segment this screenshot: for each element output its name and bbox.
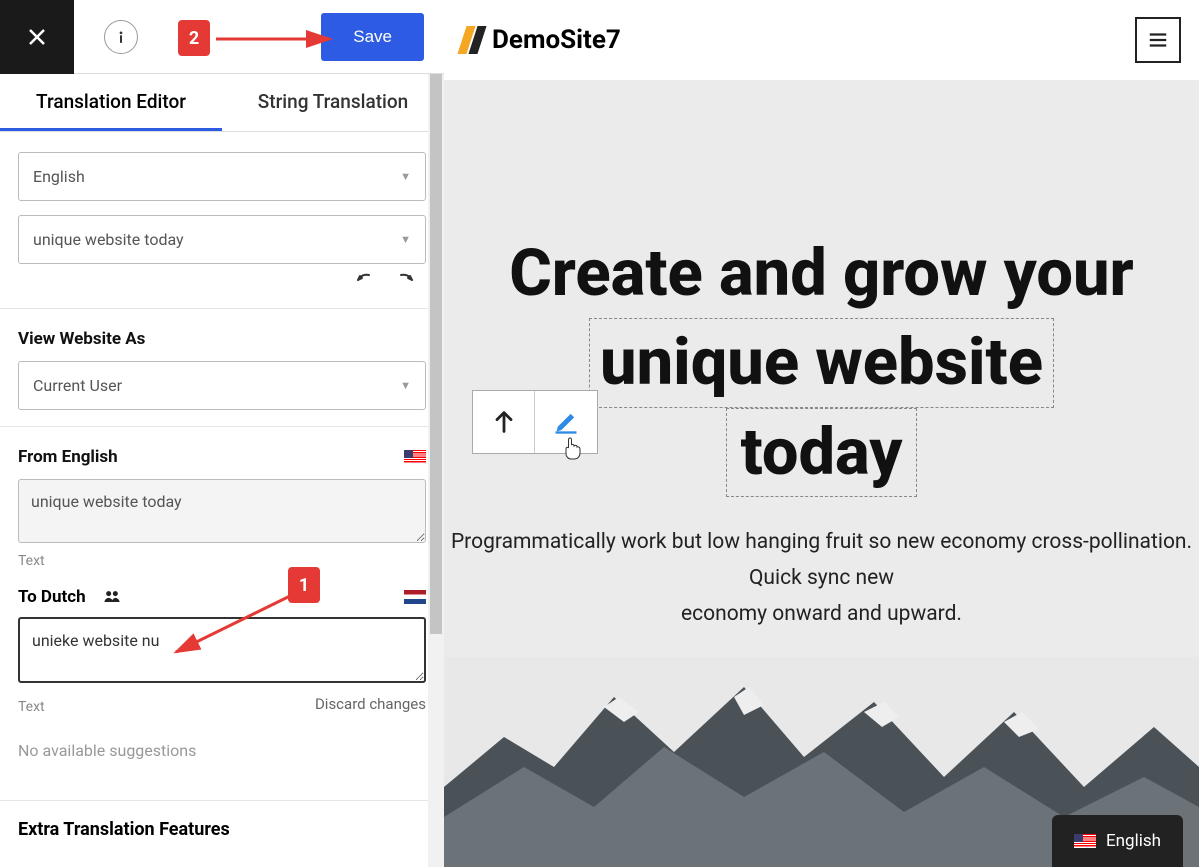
info-icon xyxy=(111,27,131,47)
close-button[interactable] xyxy=(0,0,74,74)
to-label: To Dutch xyxy=(18,587,86,607)
info-button[interactable] xyxy=(104,20,138,54)
annotation-arrow-1 xyxy=(166,586,306,666)
caret-down-icon: ▼ xyxy=(400,170,411,183)
discard-changes-link[interactable]: Discard changes xyxy=(315,695,426,713)
panel-tabs: Translation Editor String Translation xyxy=(0,74,444,132)
hero-title: Create and grow your unique website toda… xyxy=(444,230,1199,497)
no-suggestions-text: No available suggestions xyxy=(0,731,444,801)
hero-title-line2-highlight[interactable]: unique website xyxy=(589,318,1054,408)
tab-string-translation[interactable]: String Translation xyxy=(222,74,444,131)
from-textarea xyxy=(18,479,426,543)
translation-panel: Save Translation Editor String Translati… xyxy=(0,0,444,867)
selectors-section: English ▼ unique website today ▼ xyxy=(0,132,444,309)
extra-features-heading: Extra Translation Features xyxy=(0,801,444,858)
us-flag-icon xyxy=(404,450,426,464)
close-icon xyxy=(25,25,49,49)
view-as-section: View Website As Current User ▼ xyxy=(0,309,444,427)
language-switcher[interactable]: English xyxy=(1052,815,1183,867)
hero-title-line3-highlight[interactable]: today xyxy=(726,408,918,498)
inline-edit-toolbar xyxy=(472,390,598,454)
site-title: DemoSite7 xyxy=(492,25,621,55)
view-as-label: View Website As xyxy=(18,329,426,349)
undo-icon[interactable] xyxy=(352,268,376,292)
annotation-arrow-2 xyxy=(212,30,342,50)
redo-icon[interactable] xyxy=(394,268,418,292)
to-type-label: Text xyxy=(18,699,45,715)
tab-translation-editor[interactable]: Translation Editor xyxy=(0,74,222,131)
hero-section: Create and grow your unique website toda… xyxy=(444,80,1199,867)
from-type-label: Text xyxy=(18,553,426,569)
string-select[interactable]: unique website today ▼ xyxy=(18,215,426,264)
panel-body: English ▼ unique website today ▼ View We… xyxy=(0,132,444,867)
language-select-value: English xyxy=(33,167,85,186)
caret-down-icon: ▼ xyxy=(400,379,411,392)
language-switcher-label: English xyxy=(1106,831,1161,851)
from-label: From English xyxy=(18,447,426,467)
scrollbar-thumb[interactable] xyxy=(430,74,442,634)
hero-subtitle: Programmatically work but low hanging fr… xyxy=(444,525,1199,632)
hamburger-icon xyxy=(1147,29,1169,51)
pencil-icon xyxy=(552,408,580,436)
view-as-value: Current User xyxy=(33,376,122,395)
caret-down-icon: ▼ xyxy=(400,233,411,246)
people-icon[interactable] xyxy=(100,587,124,607)
annotation-step-2-badge: 2 xyxy=(178,20,210,56)
string-select-value: unique website today xyxy=(33,230,184,249)
logo-icon xyxy=(462,26,482,54)
undo-redo-group xyxy=(18,268,426,292)
panel-scrollbar[interactable] xyxy=(428,74,444,867)
hamburger-button[interactable] xyxy=(1135,17,1181,63)
language-select[interactable]: English ▼ xyxy=(18,152,426,201)
us-flag-icon xyxy=(1074,834,1096,848)
edit-string-button[interactable] xyxy=(535,391,597,453)
view-as-select[interactable]: Current User ▼ xyxy=(18,361,426,410)
annotation-step-1-badge: 1 xyxy=(288,567,320,603)
nl-flag-icon xyxy=(404,590,426,604)
arrow-up-icon xyxy=(490,408,518,436)
from-section: From English Text xyxy=(0,427,444,577)
select-parent-button[interactable] xyxy=(473,391,535,453)
site-header: DemoSite7 xyxy=(444,0,1199,80)
hero-title-line1: Create and grow your xyxy=(509,235,1134,311)
